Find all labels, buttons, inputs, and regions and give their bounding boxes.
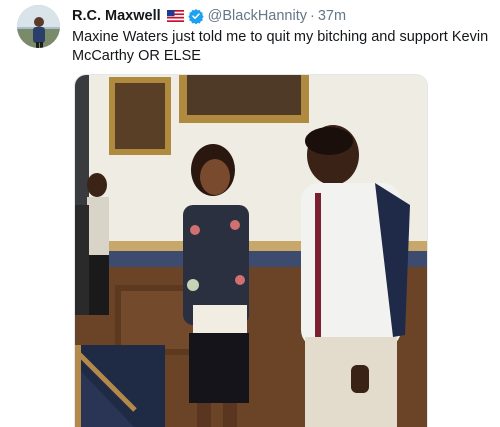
verified-badge-icon [187,8,204,25]
tweet-photo[interactable] [74,74,428,427]
photo-image [75,75,427,427]
author-avatar[interactable] [17,5,60,48]
tweet-header: R.C. Maxwell @BlackHannity · 37m [72,6,346,26]
separator-dot: · [309,8,315,24]
tweet: R.C. Maxwell @BlackHannity · 37m Maxine … [0,0,500,427]
tweet-text: Maxine Waters just told me to quit my bi… [72,29,489,64]
avatar-image [17,5,60,48]
author-display-name[interactable]: R.C. Maxwell [72,8,161,24]
us-flag-icon [166,10,184,22]
author-handle[interactable]: @BlackHannity [208,8,307,24]
tweet-timestamp[interactable]: 37m [318,8,346,24]
